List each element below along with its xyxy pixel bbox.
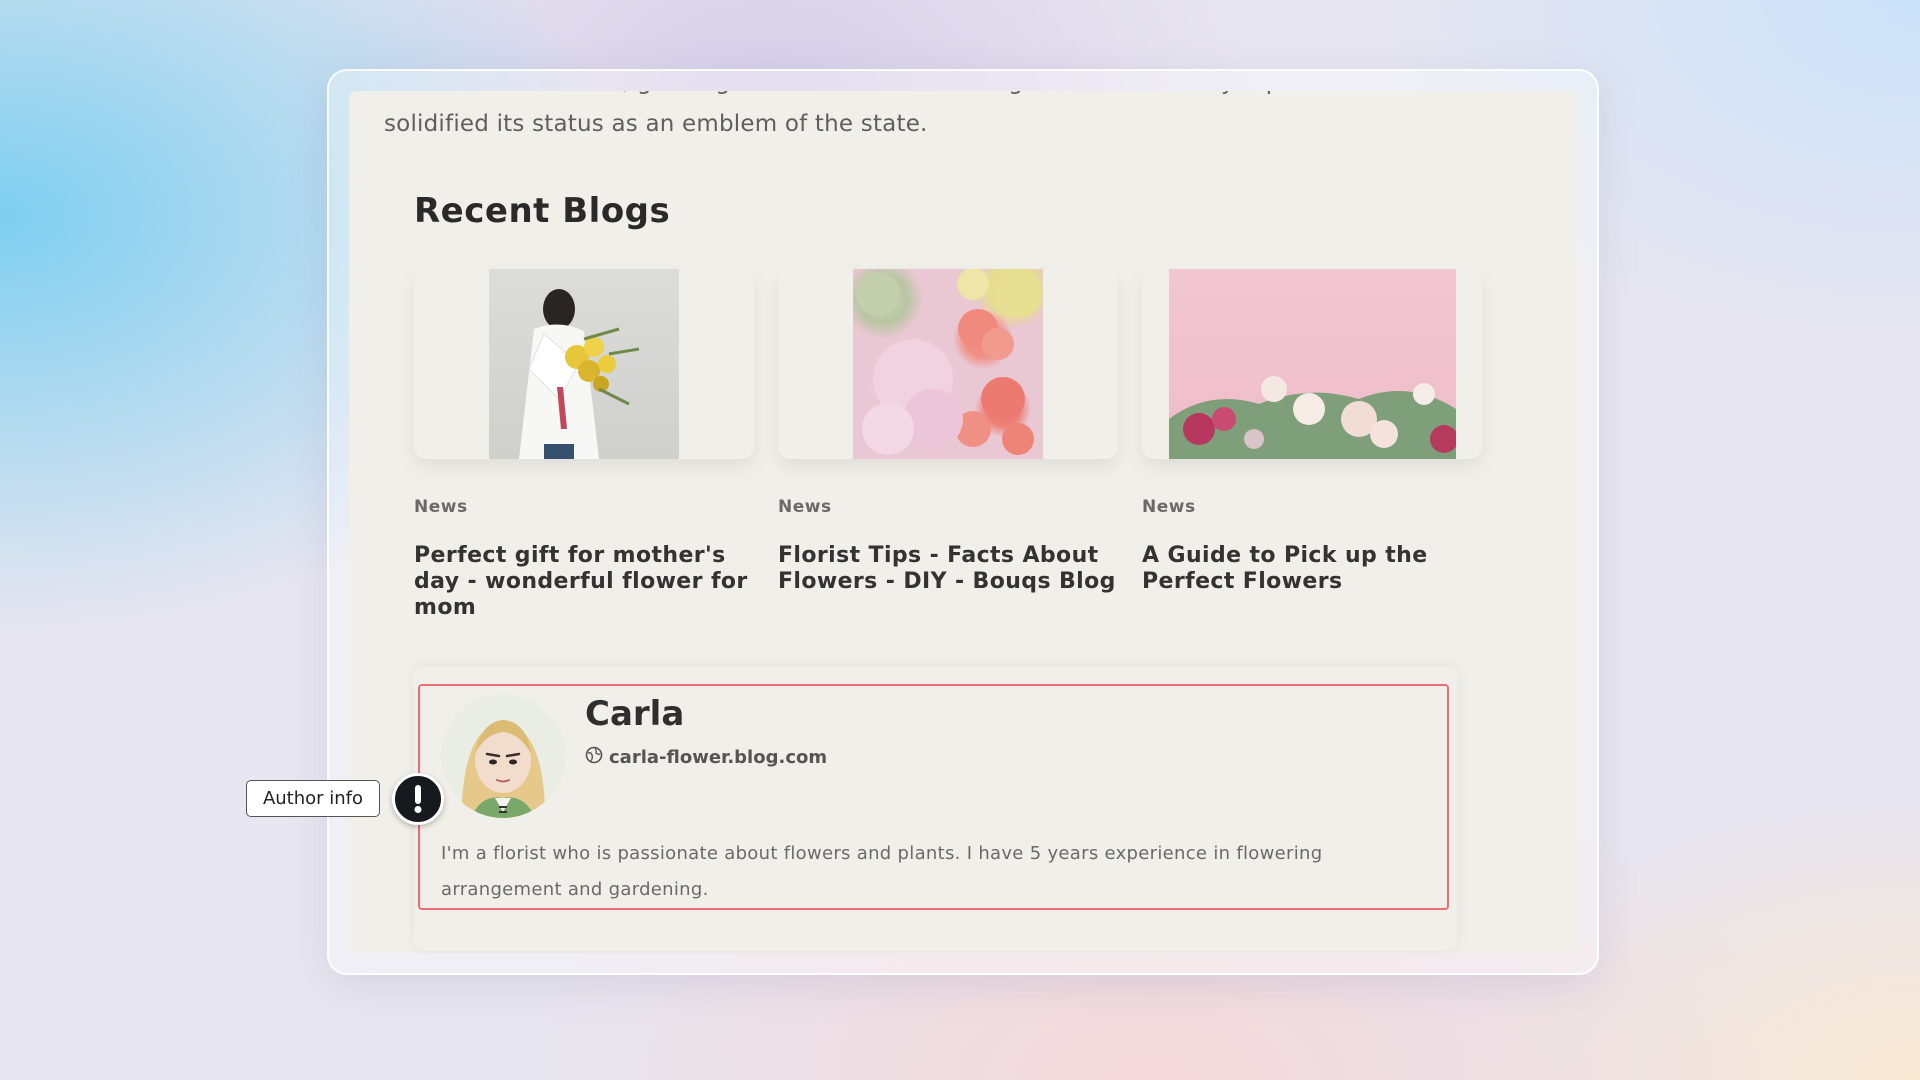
blog-card-media[interactable] — [778, 269, 1118, 459]
author-bio: I'm a florist who is passionate about fl… — [441, 843, 1323, 900]
author-info-box: Carla carla-flower.blog.com I'm a floris… — [418, 684, 1449, 910]
article-intro-line-1: of the state of Idaho, growing at the fe… — [384, 91, 1484, 103]
blog-card-image[interactable] — [853, 269, 1043, 459]
blog-card-image[interactable] — [489, 269, 679, 459]
blog-card[interactable]: News Florist Tips - Facts About Flowers … — [778, 269, 1118, 594]
globe-icon — [585, 746, 603, 769]
blog-card-media[interactable] — [414, 269, 754, 459]
blog-card-media[interactable] — [1142, 269, 1482, 459]
blog-card[interactable]: News A Guide to Pick up the Perfect Flow… — [1142, 269, 1482, 594]
author-website[interactable]: carla-flower.blog.com — [585, 746, 827, 769]
blog-card-tag: News — [778, 497, 832, 517]
recent-blogs-title: Recent Blogs — [414, 191, 671, 231]
article-intro-line-2: solidified its status as an emblem of th… — [384, 111, 928, 137]
article-intro: of the state of Idaho, growing at the fe… — [384, 91, 1484, 145]
author-name: Carla — [585, 694, 685, 734]
blog-card-image[interactable] — [1168, 269, 1456, 459]
blog-card-title[interactable]: Florist Tips - Facts About Flowers - DIY… — [778, 543, 1128, 595]
blog-card-tag: News — [414, 497, 468, 517]
blog-card-tag: News — [1142, 497, 1196, 517]
author-info-label: Author info — [246, 780, 380, 817]
exclamation-icon[interactable] — [392, 773, 444, 825]
blog-card[interactable]: News Perfect gift for mother's day - won… — [414, 269, 754, 620]
author-website-link[interactable]: carla-flower.blog.com — [609, 747, 827, 768]
blog-card-title[interactable]: A Guide to Pick up the Perfect Flowers — [1142, 543, 1492, 595]
page-viewport: of the state of Idaho, growing at the fe… — [349, 91, 1579, 953]
blog-card-title[interactable]: Perfect gift for mother's day - wonderfu… — [414, 543, 764, 621]
author-avatar — [441, 694, 565, 818]
